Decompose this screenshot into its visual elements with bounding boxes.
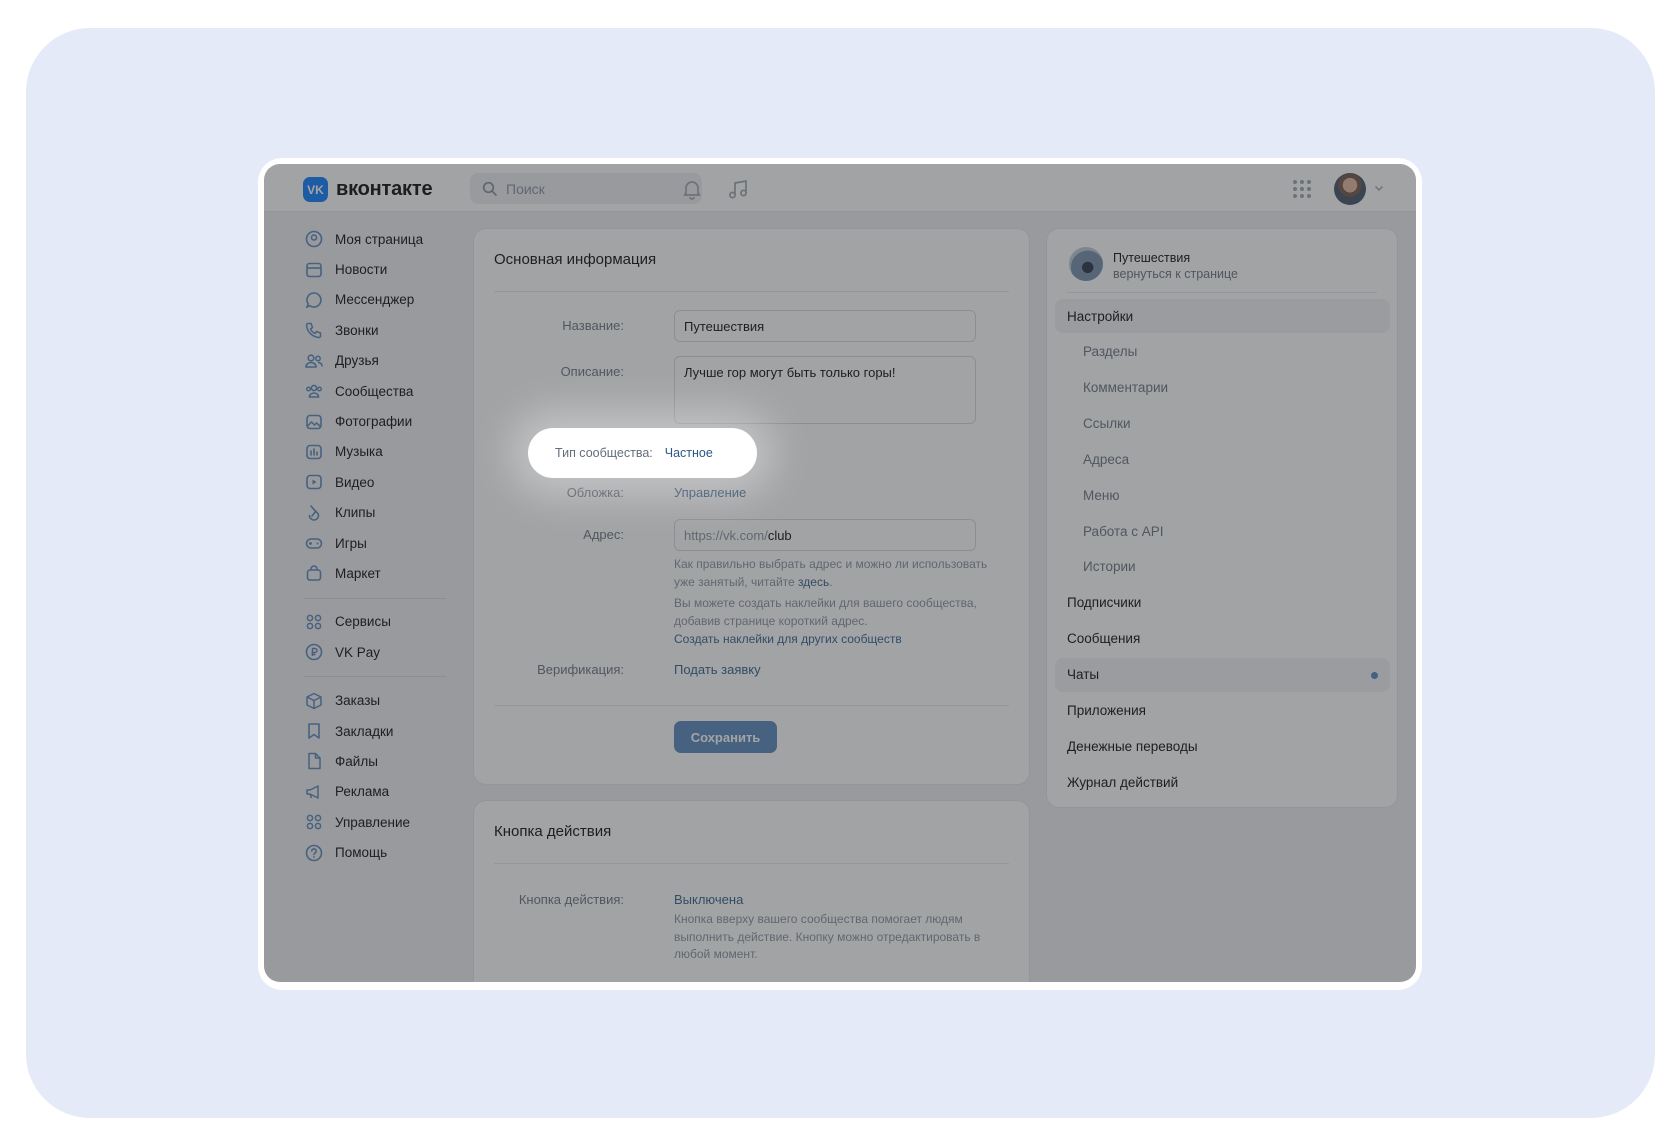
community-type-label: Тип сообщества: (555, 446, 653, 460)
community-type-value[interactable]: Частное (665, 446, 713, 460)
community-type-highlight[interactable]: Тип сообщества: Частное (528, 428, 757, 478)
dim-overlay (264, 164, 1416, 982)
